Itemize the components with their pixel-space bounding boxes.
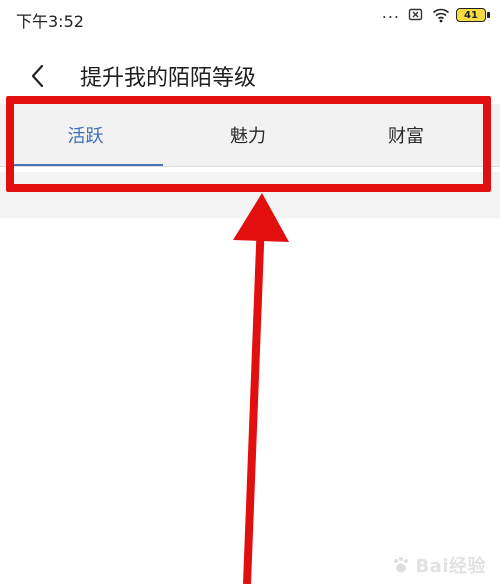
- watermark-text: Bai经验: [415, 556, 486, 577]
- watermark: Bai经验: [391, 552, 486, 578]
- header: 提升我的陌陌等级: [0, 50, 500, 100]
- content-separator: [0, 172, 500, 218]
- wifi-icon: [432, 7, 450, 23]
- tab-wealth[interactable]: 财富: [322, 104, 490, 166]
- battery-icon: 41: [456, 8, 490, 22]
- status-time: 下午3:52: [16, 12, 84, 31]
- status-icons: ... 41: [381, 3, 490, 23]
- tabs-divider: [0, 166, 500, 167]
- more-dots-icon: ...: [381, 3, 400, 22]
- paw-icon: [394, 557, 409, 573]
- tab-charm[interactable]: 魅力: [168, 104, 328, 166]
- notification-off-icon: [408, 7, 424, 23]
- page-title: 提升我的陌陌等级: [80, 66, 257, 91]
- tab-active[interactable]: 活跃: [8, 104, 163, 166]
- status-bar: 下午3:52 ... 41: [0, 0, 500, 40]
- battery-level: 41: [464, 9, 478, 21]
- back-button[interactable]: [24, 60, 52, 92]
- tab-bar: 活跃 魅力 财富: [0, 104, 500, 166]
